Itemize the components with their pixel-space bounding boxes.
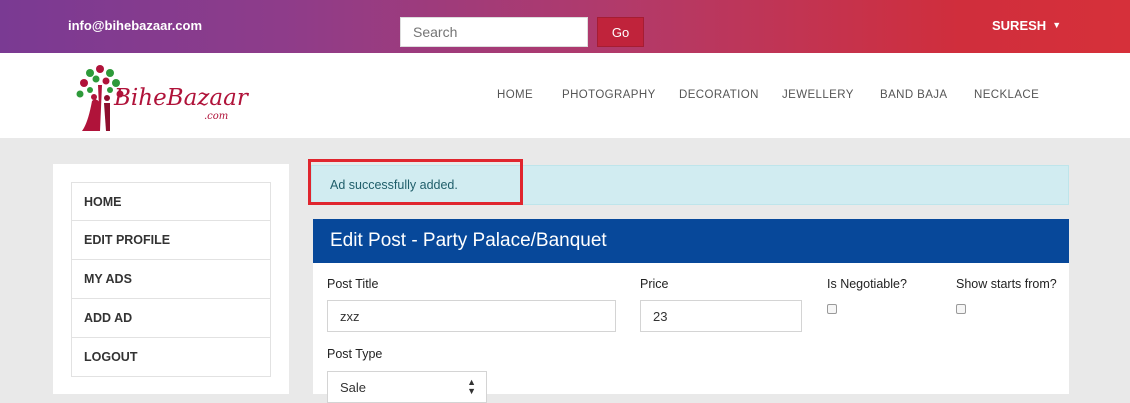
contact-email[interactable]: info@bihebazaar.com <box>68 18 202 33</box>
post-title-label: Post Title <box>327 277 379 291</box>
logo-text: BiheBazaar <box>114 85 248 111</box>
post-type-label: Post Type <box>327 347 383 361</box>
annotation-highlight-box <box>308 159 523 205</box>
sidebar-item-logout[interactable]: LOGOUT <box>71 338 271 377</box>
nav-decoration[interactable]: DECORATION <box>679 89 759 101</box>
sidebar-item-edit-profile[interactable]: EDIT PROFILE <box>71 221 271 260</box>
negotiable-label: Is Negotiable? <box>827 277 907 291</box>
site-logo[interactable]: BiheBazaar .com <box>70 63 250 133</box>
user-name: SURESH <box>992 18 1047 33</box>
top-bar: info@bihebazaar.com Go SURESH ▼ <box>0 0 1130 53</box>
user-menu[interactable]: SURESH ▼ <box>992 18 1061 33</box>
card-title: Edit Post - Party Palace/Banquet <box>313 219 1069 263</box>
show-starts-label: Show starts from? <box>956 277 1057 291</box>
post-type-value: Sale <box>340 380 367 395</box>
post-type-select[interactable]: Sale ▲ ▼ <box>327 371 487 403</box>
sidebar-item-my-ads[interactable]: MY ADS <box>71 260 271 299</box>
nav-jewellery[interactable]: JEWELLERY <box>782 89 854 101</box>
price-input[interactable] <box>640 300 802 332</box>
nav-photography[interactable]: PHOTOGRAPHY <box>562 89 656 101</box>
nav-home[interactable]: HOME <box>497 89 533 101</box>
search-input[interactable] <box>400 17 588 47</box>
logo-suffix: .com <box>204 111 229 122</box>
nav-band-baja[interactable]: BAND BAJA <box>880 89 948 101</box>
negotiable-checkbox[interactable] <box>827 304 837 314</box>
site-header: BiheBazaar .com HOME PHOTOGRAPHY DECORAT… <box>0 53 1130 138</box>
post-title-input[interactable] <box>327 300 616 332</box>
price-label: Price <box>640 277 669 291</box>
search-go-button[interactable]: Go <box>597 17 644 47</box>
edit-post-card: Edit Post - Party Palace/Banquet Post Ti… <box>313 219 1069 403</box>
show-starts-checkbox[interactable] <box>956 304 966 314</box>
sidebar-item-add-ad[interactable]: ADD AD <box>71 299 271 338</box>
nav-necklace[interactable]: NECKLACE <box>974 89 1039 101</box>
sidebar-menu: HOME EDIT PROFILE MY ADS ADD AD LOGOUT <box>71 182 271 377</box>
select-arrows-icon: ▲ ▼ <box>467 377 476 396</box>
sidebar-item-home[interactable]: HOME <box>71 182 271 221</box>
caret-down-icon: ▼ <box>1052 20 1062 30</box>
